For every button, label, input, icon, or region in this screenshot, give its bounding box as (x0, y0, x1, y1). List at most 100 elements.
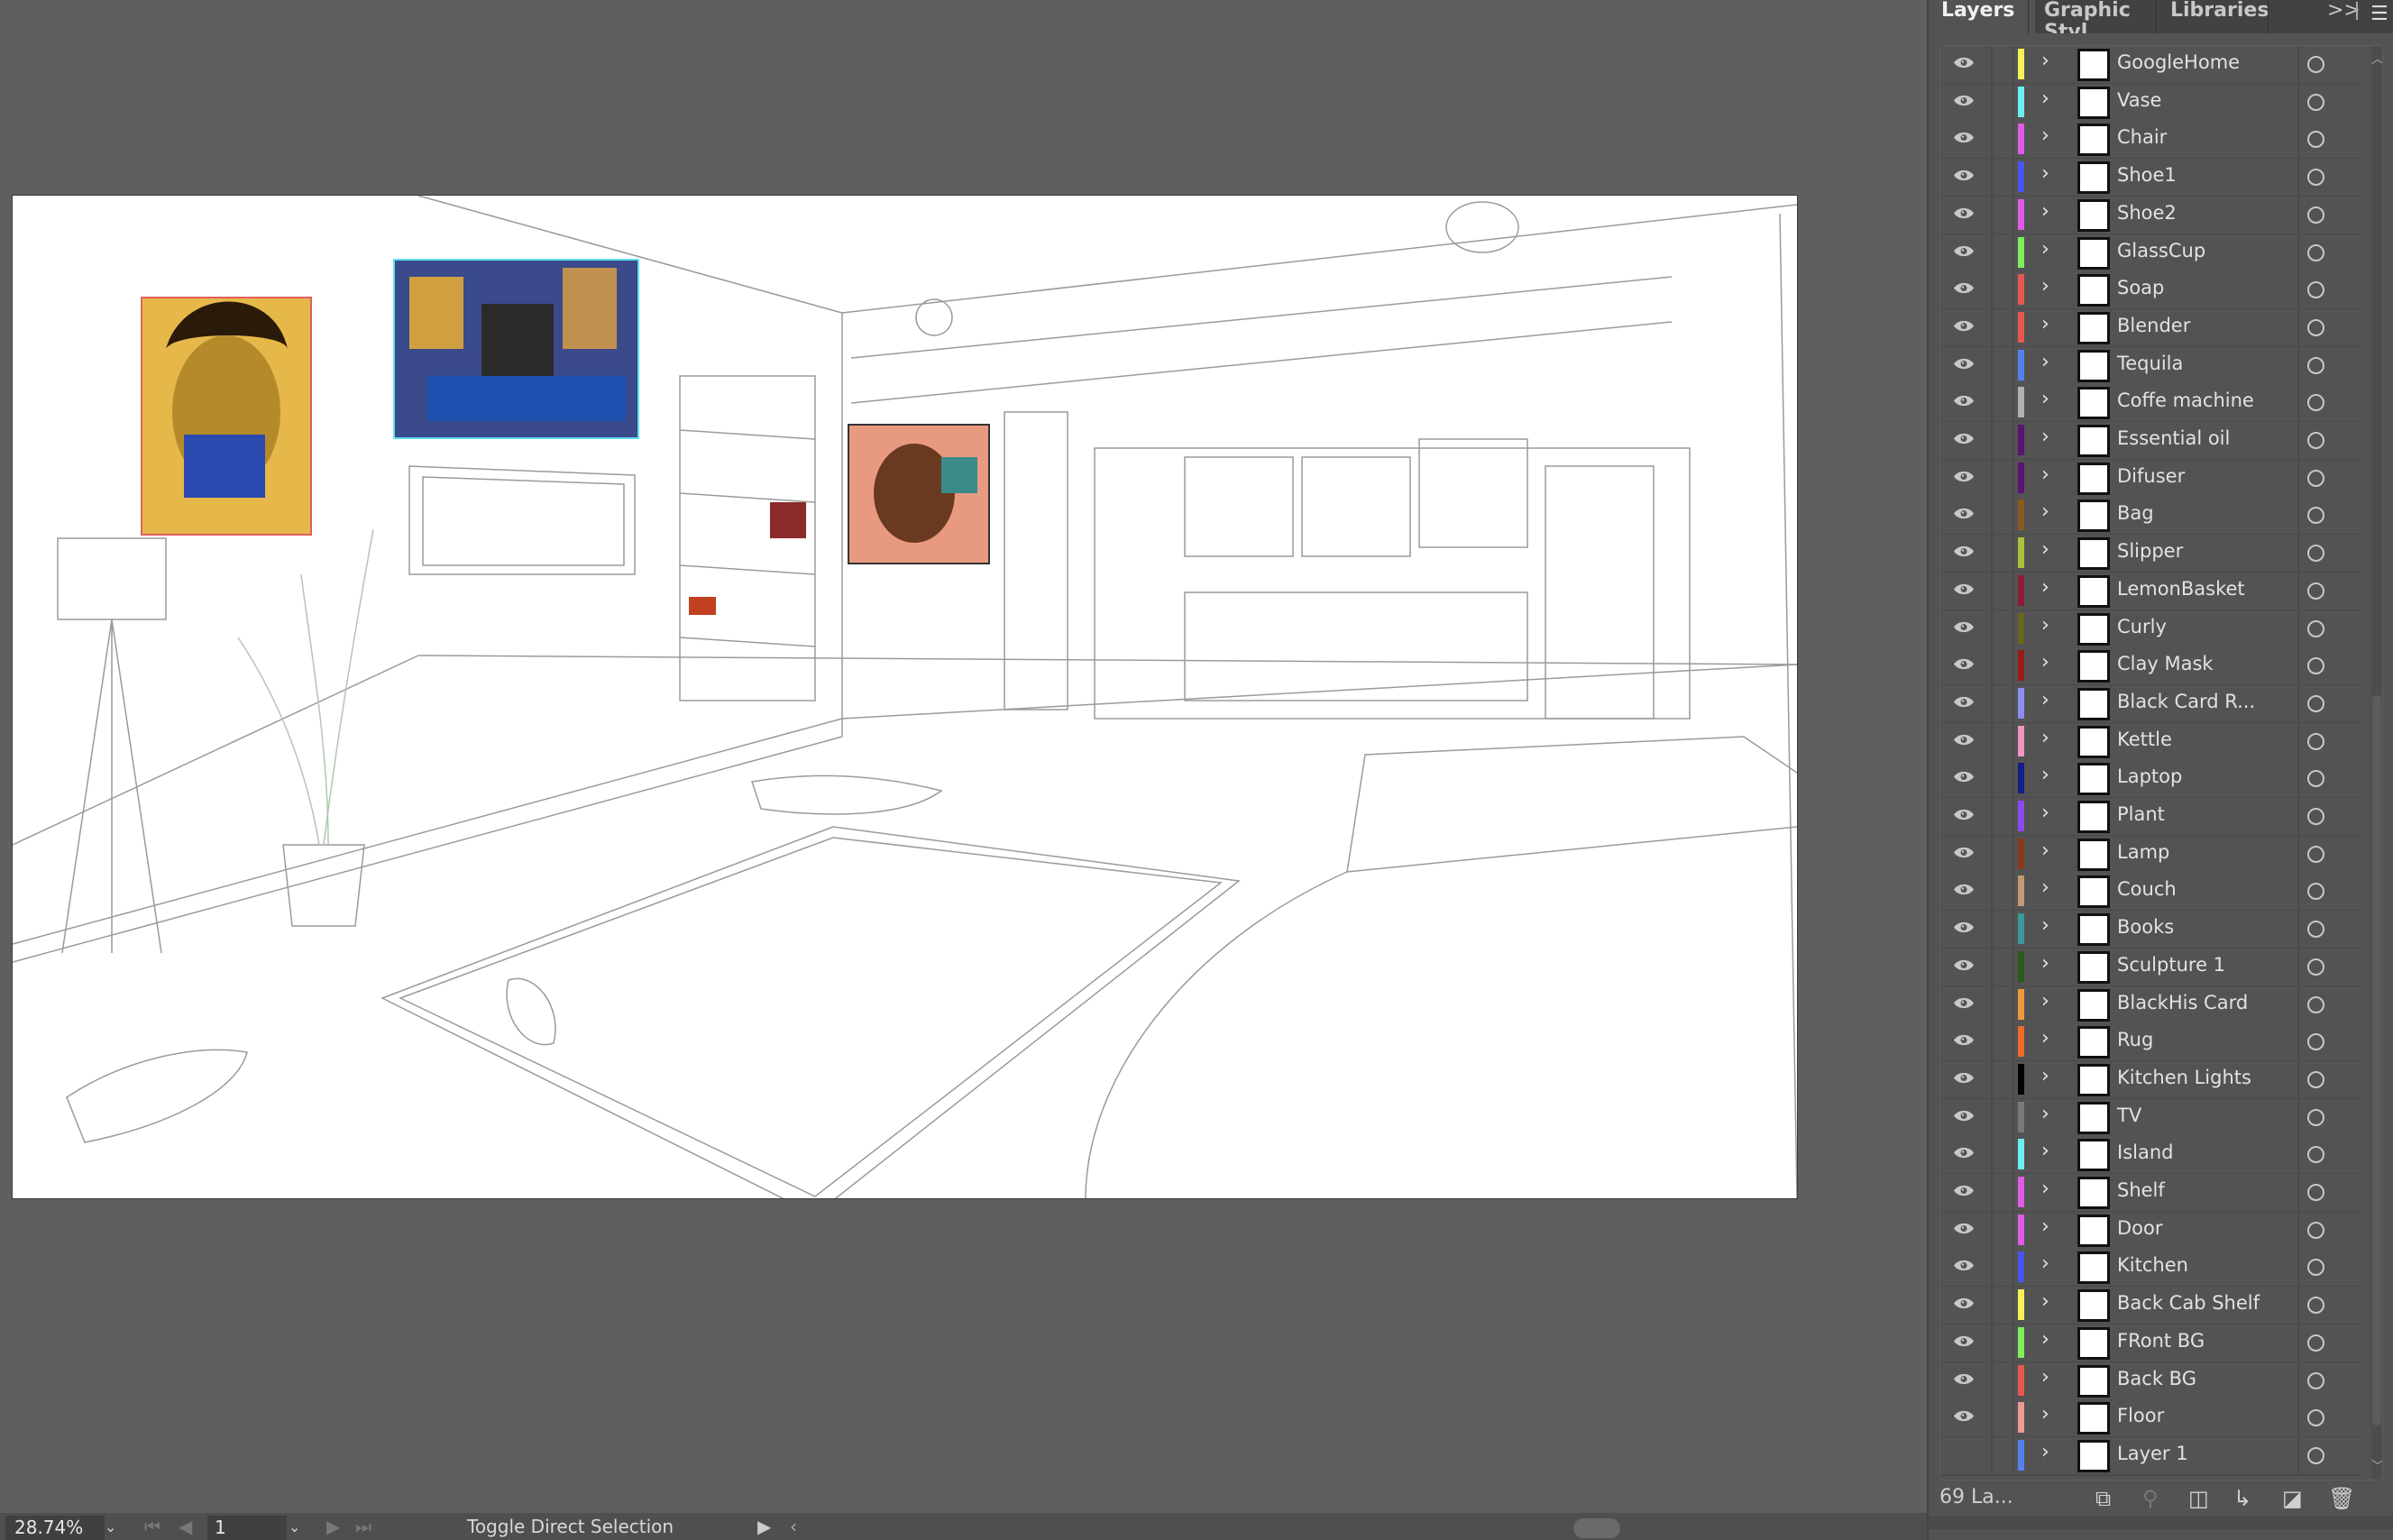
layer-target-circle-icon[interactable] (2307, 56, 2324, 73)
scroll-down-icon[interactable]: ﹀ (2371, 1457, 2382, 1475)
expand-chevron-icon[interactable]: › (2041, 500, 2049, 523)
visibility-eye-icon[interactable] (1953, 56, 1975, 69)
layer-name[interactable]: GlassCup (2117, 240, 2205, 261)
lock-toggle[interactable] (2013, 535, 2014, 573)
layer-target-circle-icon[interactable] (2307, 1297, 2324, 1315)
layer-row[interactable]: › Kitchen Lights (1940, 1060, 2361, 1100)
lock-toggle[interactable] (2013, 985, 2014, 1023)
layer-target-circle-icon[interactable] (2307, 356, 2324, 374)
layer-target-circle-icon[interactable] (2307, 1033, 2324, 1051)
layer-row[interactable]: › Essential oil (1940, 422, 2361, 461)
visibility-eye-icon[interactable] (1953, 1334, 1975, 1348)
layer-row[interactable]: › Layer 1 (1940, 1436, 2361, 1476)
expand-chevron-icon[interactable]: › (2041, 1252, 2049, 1275)
layer-row[interactable]: › Back Cab Shelf (1940, 1287, 2361, 1326)
lock-toggle[interactable] (2013, 684, 2014, 722)
layer-target-circle-icon[interactable] (2307, 845, 2324, 863)
lock-toggle[interactable] (2013, 83, 2014, 121)
layer-name[interactable]: Chair (2117, 126, 2167, 148)
layer-name[interactable]: Back Cab Shelf (2117, 1292, 2260, 1314)
expand-chevron-icon[interactable]: › (2041, 1027, 2049, 1050)
layer-name[interactable]: Lamp (2117, 841, 2169, 863)
layer-target-circle-icon[interactable] (2307, 432, 2324, 449)
lock-toggle[interactable] (2013, 422, 2014, 459)
visibility-eye-icon[interactable] (1953, 1297, 1975, 1310)
layer-name[interactable]: Back BG (2117, 1368, 2196, 1389)
layer-target-circle-icon[interactable] (2307, 694, 2324, 712)
visibility-eye-icon[interactable] (1953, 921, 1975, 934)
layer-row[interactable]: › LemonBasket (1940, 572, 2361, 611)
layer-row[interactable]: › Bag (1940, 497, 2361, 536)
expand-chevron-icon[interactable]: › (2041, 576, 2049, 599)
layer-row[interactable]: › Back BG (1940, 1361, 2361, 1401)
lock-toggle[interactable] (2013, 722, 2014, 760)
export-icon[interactable]: ⧉ (2095, 1486, 2111, 1511)
layer-name[interactable]: Tequila (2117, 353, 2183, 374)
layer-target-circle-icon[interactable] (2307, 657, 2324, 675)
clipping-mask-icon[interactable]: ◫ (2188, 1486, 2209, 1511)
visibility-eye-icon[interactable] (1953, 1409, 1975, 1423)
layer-target-circle-icon[interactable] (2307, 808, 2324, 825)
panel-menu-icon[interactable]: ☰ (2370, 3, 2388, 25)
lock-toggle[interactable] (2013, 196, 2014, 234)
artboard-dropdown-icon[interactable]: ⌄ (289, 1515, 300, 1539)
expand-chevron-icon[interactable]: › (2041, 876, 2049, 899)
zoom-level-field[interactable]: 28.74% (5, 1516, 105, 1540)
visibility-eye-icon[interactable] (1953, 545, 1975, 558)
expand-chevron-icon[interactable]: › (2041, 162, 2049, 185)
visibility-eye-icon[interactable] (1953, 695, 1975, 709)
layer-name[interactable]: Bag (2117, 502, 2154, 524)
layer-name[interactable]: Shoe2 (2117, 202, 2177, 224)
layer-name[interactable]: Essential oil (2117, 427, 2230, 449)
visibility-eye-icon[interactable] (1953, 394, 1975, 408)
layer-name[interactable]: Layer 1 (2117, 1443, 2188, 1464)
layer-row[interactable]: › Vase (1940, 83, 2361, 123)
lock-toggle[interactable] (2013, 384, 2014, 422)
lock-toggle[interactable] (2013, 911, 2014, 949)
expand-chevron-icon[interactable]: › (2041, 614, 2049, 637)
last-artboard-icon[interactable]: ⏭ (355, 1515, 371, 1539)
layer-target-circle-icon[interactable] (2307, 318, 2324, 336)
expand-chevron-icon[interactable]: › (2041, 388, 2049, 410)
expand-chevron-icon[interactable]: › (2041, 1328, 2049, 1351)
visibility-eye-icon[interactable] (1953, 357, 1975, 371)
layer-row[interactable]: › Slipper (1940, 535, 2361, 574)
layer-row[interactable]: › Blender (1940, 308, 2361, 348)
layer-target-circle-icon[interactable] (2307, 1108, 2324, 1126)
layer-target-circle-icon[interactable] (2307, 958, 2324, 976)
layer-row[interactable]: › Difuser (1940, 459, 2361, 499)
scroll-left-icon[interactable]: ‹ (790, 1515, 797, 1539)
layer-name[interactable]: Difuser (2117, 465, 2185, 487)
expand-chevron-icon[interactable]: › (2041, 200, 2049, 223)
layer-name[interactable]: Island (2117, 1141, 2173, 1163)
layer-name[interactable]: Coffe machine (2117, 390, 2254, 411)
visibility-eye-icon[interactable] (1953, 846, 1975, 859)
layer-target-circle-icon[interactable] (2307, 921, 2324, 939)
visibility-eye-icon[interactable] (1953, 507, 1975, 520)
expand-chevron-icon[interactable]: › (2041, 1403, 2049, 1425)
lock-toggle[interactable] (2013, 610, 2014, 647)
lock-toggle[interactable] (2013, 1211, 2014, 1249)
layer-name[interactable]: Plant (2117, 803, 2165, 825)
lock-toggle[interactable] (2013, 1023, 2014, 1061)
lock-toggle[interactable] (2013, 346, 2014, 384)
scroll-up-icon[interactable]: ︿ (2371, 50, 2382, 68)
delete-layer-icon[interactable]: 🗑 (2328, 1486, 2355, 1511)
layer-target-circle-icon[interactable] (2307, 545, 2324, 563)
layer-target-circle-icon[interactable] (2307, 1334, 2324, 1352)
lock-toggle[interactable] (2013, 271, 2014, 309)
new-layer-icon[interactable]: ◪ (2282, 1486, 2303, 1511)
layer-row[interactable]: › Clay Mask (1940, 647, 2361, 687)
layer-row[interactable]: › GlassCup (1940, 234, 2361, 273)
lock-toggle[interactable] (2013, 798, 2014, 835)
layer-name[interactable]: Clay Mask (2117, 653, 2214, 674)
layer-name[interactable]: Kettle (2117, 729, 2172, 750)
expand-chevron-icon[interactable]: › (2041, 351, 2049, 373)
layer-row[interactable]: › Soap (1940, 271, 2361, 311)
visibility-eye-icon[interactable] (1953, 958, 1975, 972)
tab-graphic-styles[interactable]: Graphic Styl (2030, 0, 2168, 33)
layer-target-circle-icon[interactable] (2307, 1221, 2324, 1239)
layer-name[interactable]: FRont BG (2117, 1330, 2205, 1352)
lock-toggle[interactable] (2013, 1436, 2014, 1474)
lock-toggle[interactable] (2013, 121, 2014, 159)
